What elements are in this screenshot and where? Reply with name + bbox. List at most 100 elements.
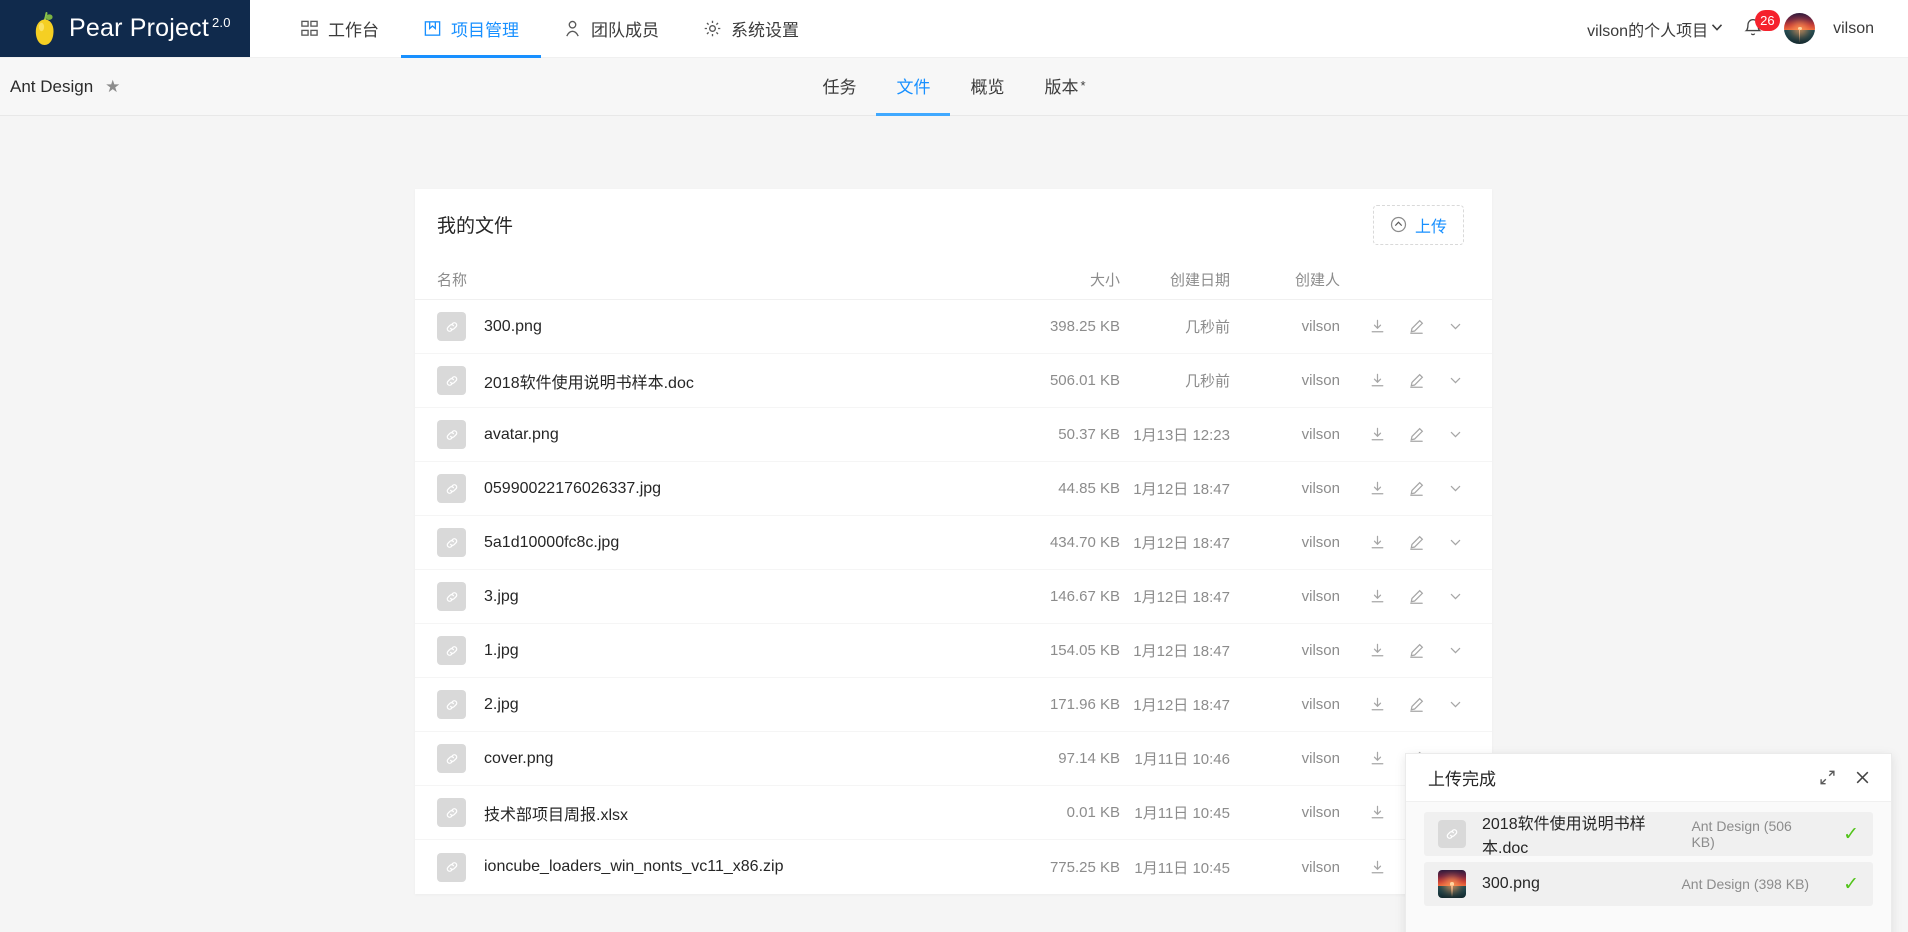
- file-name[interactable]: avatar.png: [484, 426, 559, 444]
- column-header-name: 名称: [437, 272, 468, 289]
- pencil-icon[interactable]: [1408, 318, 1425, 335]
- table-row[interactable]: 2.jpg 171.96 KB 1月12日 18:47 vilson: [415, 678, 1492, 732]
- file-size: 44.85 KB: [1058, 480, 1120, 497]
- file-creator: vilson: [1301, 372, 1340, 389]
- notification-bell[interactable]: 26: [1742, 9, 1780, 42]
- download-icon[interactable]: [1369, 372, 1386, 389]
- file-creator: vilson: [1301, 858, 1340, 876]
- download-icon[interactable]: [1369, 859, 1386, 876]
- table-row[interactable]: 05990022176026337.jpg 44.85 KB 1月12日 18:47…: [415, 462, 1492, 516]
- close-icon[interactable]: [1854, 769, 1871, 786]
- chevron-down-icon[interactable]: [1447, 372, 1464, 389]
- download-icon[interactable]: [1369, 642, 1386, 659]
- file-list: 300.png 398.25 KB 几秒前 vilson 2018软件使用说明书样本.d…: [415, 300, 1492, 894]
- upload-button[interactable]: 上传: [1372, 204, 1464, 245]
- tab-versions[interactable]: 版本 *: [1024, 58, 1105, 116]
- file-name[interactable]: 2018软件使用说明书样本.doc: [484, 369, 694, 393]
- upload-list-item[interactable]: 2018软件使用说明书样本.doc Ant Design (506 KB) ✓: [1424, 812, 1873, 857]
- table-row[interactable]: 1.jpg 154.05 KB 1月12日 18:47 vilson: [415, 624, 1492, 678]
- upload-list-item[interactable]: 300.png Ant Design (398 KB) ✓: [1424, 862, 1873, 906]
- pencil-icon[interactable]: [1408, 534, 1425, 551]
- nav-item-team-members[interactable]: 团队成员: [541, 1, 681, 58]
- collapse-arrows-icon[interactable]: [1819, 769, 1836, 786]
- file-date: 1月13日 12:23: [1133, 427, 1230, 444]
- pencil-icon[interactable]: [1408, 372, 1425, 389]
- nav-label: 工作台: [328, 20, 379, 40]
- chevron-down-icon[interactable]: [1447, 588, 1464, 605]
- row-actions: [1340, 426, 1470, 443]
- file-name[interactable]: cover.png: [484, 750, 553, 768]
- file-date: 1月11日 10:46: [1134, 751, 1230, 768]
- link-icon: [1438, 820, 1466, 848]
- file-date: 1月12日 18:47: [1133, 589, 1230, 606]
- chevron-down-icon[interactable]: [1447, 534, 1464, 551]
- chevron-down-icon[interactable]: [1447, 480, 1464, 497]
- link-icon: [437, 852, 466, 882]
- download-icon[interactable]: [1369, 318, 1386, 335]
- nav-item-system-settings[interactable]: 系统设置: [681, 1, 821, 58]
- chevron-down-icon[interactable]: [1447, 318, 1464, 335]
- file-name[interactable]: 技术部项目周报.xlsx: [484, 801, 628, 825]
- nav-label: 项目管理: [451, 20, 519, 40]
- table-row[interactable]: 3.jpg 146.67 KB 1月12日 18:47 vilson: [415, 570, 1492, 624]
- table-row[interactable]: avatar.png 50.37 KB 1月13日 12:23 vilson: [415, 408, 1492, 462]
- file-creator: vilson: [1301, 804, 1340, 821]
- pencil-icon[interactable]: [1408, 696, 1425, 713]
- file-date: 1月11日 10:45: [1134, 859, 1230, 877]
- chevron-down-icon[interactable]: [1447, 696, 1464, 713]
- download-icon[interactable]: [1369, 480, 1386, 497]
- download-icon[interactable]: [1369, 696, 1386, 713]
- file-name[interactable]: 3.jpg: [484, 588, 519, 606]
- file-size: 434.70 KB: [1049, 534, 1120, 551]
- download-icon[interactable]: [1369, 750, 1386, 767]
- nav-item-workbench[interactable]: 工作台: [278, 1, 401, 58]
- tab-tasks[interactable]: 任务: [802, 58, 876, 116]
- pencil-icon[interactable]: [1408, 426, 1425, 443]
- project-switcher[interactable]: vilson的个人项目: [1587, 17, 1724, 41]
- table-row[interactable]: cover.png 97.14 KB 1月11日 10:46 vilson: [415, 732, 1492, 786]
- brand-version: 2.0: [211, 14, 231, 30]
- table-row[interactable]: 5a1d10000fc8c.jpg 434.70 KB 1月12日 18:47 vil…: [415, 516, 1492, 570]
- file-name[interactable]: 2.jpg: [484, 696, 519, 714]
- file-creator: vilson: [1301, 426, 1340, 443]
- upload-item-meta: Ant Design (398 KB): [1681, 876, 1810, 892]
- download-icon[interactable]: [1369, 534, 1386, 551]
- pencil-icon[interactable]: [1408, 588, 1425, 605]
- tab-files[interactable]: 文件: [876, 58, 951, 116]
- pencil-icon[interactable]: [1408, 642, 1425, 659]
- file-name[interactable]: 5a1d10000fc8c.jpg: [484, 534, 619, 552]
- table-row[interactable]: ioncube_loaders_win_nonts_vc11_x86.zip 77…: [415, 840, 1492, 894]
- file-name[interactable]: ioncube_loaders_win_nonts_vc11_x86.zip: [484, 858, 783, 876]
- tab-label: 版本: [1044, 77, 1079, 97]
- file-date: 几秒前: [1184, 373, 1230, 390]
- file-date: 1月11日 10:45: [1134, 805, 1230, 822]
- file-creator: vilson: [1301, 480, 1340, 497]
- link-icon: [437, 420, 466, 449]
- nav-label: 系统设置: [731, 20, 799, 40]
- table-row[interactable]: 2018软件使用说明书样本.doc 506.01 KB 几秒前 vilson: [415, 354, 1492, 408]
- header-right-cluster: vilson的个人项目 26 vilson: [1587, 0, 1908, 57]
- file-name[interactable]: 05990022176026337.jpg: [484, 480, 661, 498]
- chevron-down-icon[interactable]: [1447, 426, 1464, 443]
- upload-complete-panel: 上传完成 2018软件使用说明书样本.doc Ant Design (506 KB…: [1405, 753, 1892, 932]
- brand-block[interactable]: Pear Project 2.0: [0, 0, 250, 57]
- upload-panel-title: 上传完成: [1428, 770, 1496, 789]
- download-icon[interactable]: [1369, 426, 1386, 443]
- download-icon[interactable]: [1369, 804, 1386, 821]
- pencil-icon[interactable]: [1408, 480, 1425, 497]
- file-name[interactable]: 1.jpg: [484, 642, 519, 660]
- file-name[interactable]: 300.png: [484, 318, 542, 336]
- download-icon[interactable]: [1369, 588, 1386, 605]
- avatar[interactable]: [1784, 13, 1816, 44]
- file-creator: vilson: [1301, 642, 1340, 659]
- file-date: 1月12日 18:47: [1133, 697, 1230, 714]
- table-row[interactable]: 技术部项目周报.xlsx 0.01 KB 1月11日 10:45 vilson: [415, 786, 1492, 840]
- tab-overview[interactable]: 概览: [950, 58, 1024, 116]
- nav-item-project-management[interactable]: 项目管理: [401, 1, 541, 58]
- image-thumbnail: [1438, 870, 1466, 898]
- star-icon[interactable]: ★: [105, 77, 120, 97]
- upload-item-name: 2018软件使用说明书样本.doc: [1482, 816, 1646, 857]
- chevron-down-icon[interactable]: [1447, 642, 1464, 659]
- file-creator: vilson: [1301, 588, 1340, 605]
- table-row[interactable]: 300.png 398.25 KB 几秒前 vilson: [415, 300, 1492, 354]
